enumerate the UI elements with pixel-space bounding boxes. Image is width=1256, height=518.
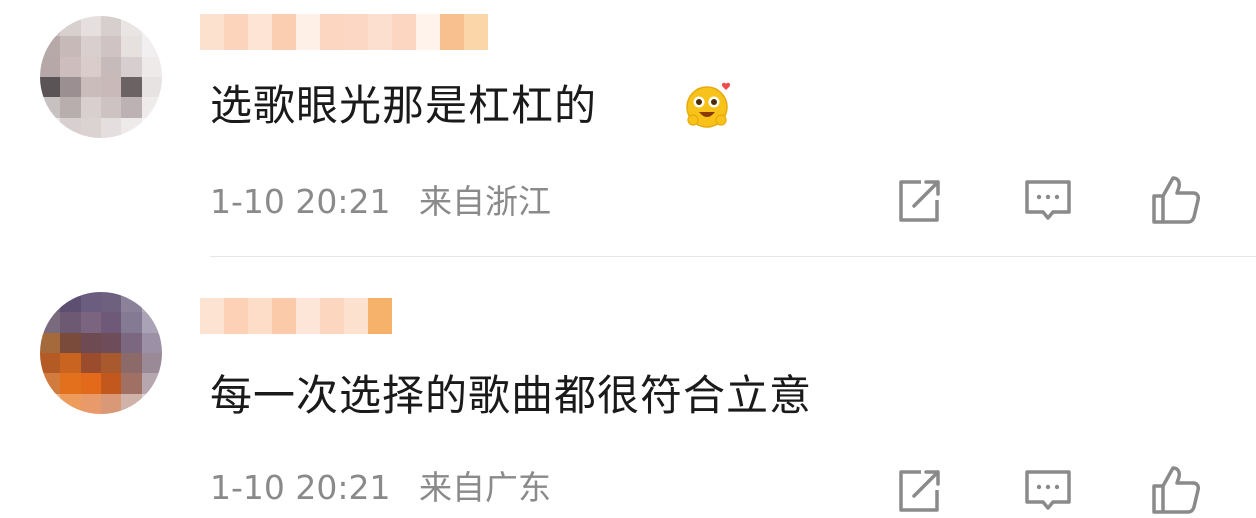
username-mosaic[interactable] (200, 14, 488, 50)
share-icon[interactable] (892, 174, 946, 228)
comment-time: 1-10 20:21 (210, 182, 391, 221)
like-icon[interactable] (1148, 462, 1202, 516)
avatar[interactable] (40, 292, 162, 414)
comment-item: 每一次选择的歌曲都很符合立意 1-10 20:21 来自广东 (0, 258, 1256, 514)
comment-location: 来自广东 (419, 468, 551, 507)
comment-meta: 1-10 20:21 来自广东 (210, 468, 569, 508)
divider (210, 256, 1256, 257)
comment-icon[interactable] (1021, 464, 1075, 518)
avatar[interactable] (40, 16, 162, 138)
share-icon[interactable] (892, 464, 946, 518)
comment-time: 1-10 20:21 (210, 468, 391, 507)
username-mosaic[interactable] (200, 298, 392, 334)
comment-location: 来自浙江 (419, 182, 551, 221)
comment-item: 选歌眼光那是杠杠的 1-10 20:21 来自浙江 (0, 0, 1256, 258)
comment-text: 选歌眼光那是杠杠的 (210, 81, 598, 130)
comment-text: 每一次选择的歌曲都很符合立意 (210, 371, 813, 420)
comment-meta: 1-10 20:21 来自浙江 (210, 182, 569, 222)
comment-icon[interactable] (1021, 174, 1075, 228)
like-icon[interactable] (1148, 172, 1202, 226)
smiling-face-emoji-icon (686, 82, 731, 128)
